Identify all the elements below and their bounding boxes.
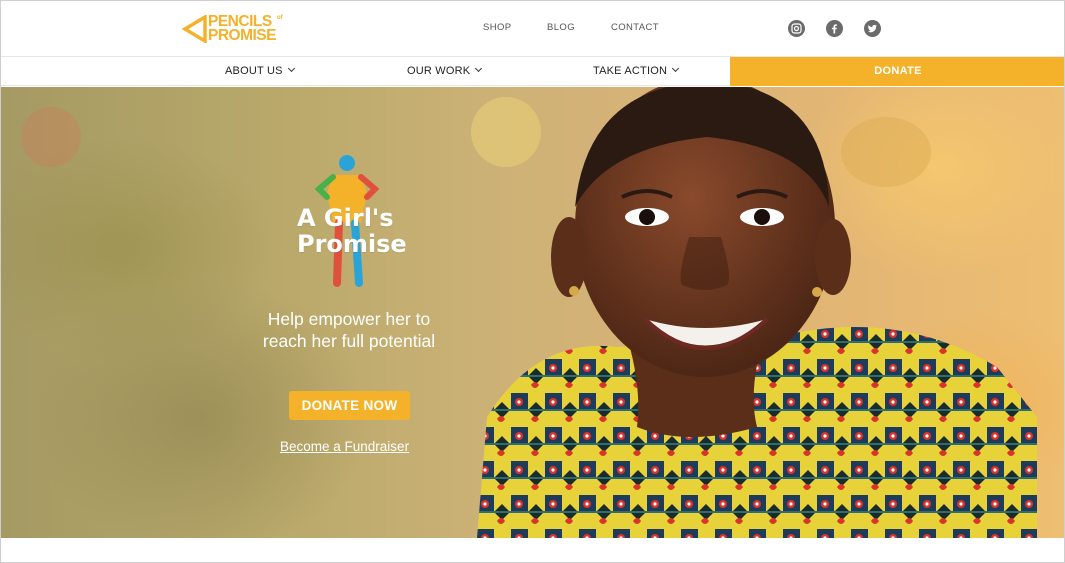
chevron-down-icon: [287, 64, 295, 73]
girl-photo: [477, 87, 1037, 538]
blog-link[interactable]: BLOG: [547, 22, 575, 33]
twitter-icon[interactable]: [864, 20, 881, 37]
chevron-down-icon: [475, 64, 483, 73]
hero-tagline: Help empower her to reach her full poten…: [239, 308, 459, 352]
tagline-line2: reach her full potential: [262, 331, 436, 351]
nav-take-action-label: TAKE ACTION: [593, 65, 668, 77]
wordmark-line1: A Girl's: [297, 204, 394, 232]
nav-about-us[interactable]: ABOUT US: [225, 57, 295, 86]
a-girls-promise-wordmark: A Girl's Promise: [297, 205, 407, 257]
donate-now-button[interactable]: DONATE NOW: [289, 391, 410, 420]
page-below-fold: [1, 538, 1064, 562]
nav-our-work-label: OUR WORK: [407, 65, 471, 77]
nav-about-us-label: ABOUT US: [225, 65, 283, 77]
contact-link[interactable]: CONTACT: [611, 22, 659, 33]
hero-banner: A Girl's Promise Help empower her to rea…: [1, 87, 1064, 538]
facebook-icon[interactable]: [826, 20, 843, 37]
bokeh-blob: [21, 107, 81, 167]
become-fundraiser-link[interactable]: Become a Fundraiser: [280, 439, 409, 454]
browser-page: PENCILS of PROMISE SHOP BLOG CONTACT ABO…: [0, 0, 1065, 563]
top-links: SHOP BLOG CONTACT: [1, 22, 1064, 36]
main-nav: ABOUT US OUR WORK TAKE ACTION DONATE: [1, 57, 1064, 86]
nav-take-action[interactable]: TAKE ACTION: [593, 57, 680, 86]
shop-link[interactable]: SHOP: [483, 22, 512, 33]
wordmark-line2: Promise: [297, 230, 407, 258]
top-header: PENCILS of PROMISE SHOP BLOG CONTACT: [1, 1, 1064, 57]
instagram-icon[interactable]: [788, 20, 805, 37]
nav-our-work[interactable]: OUR WORK: [407, 57, 483, 86]
logo-small: of: [277, 15, 283, 21]
tagline-line1: Help empower her to: [267, 309, 431, 329]
chevron-down-icon: [672, 64, 680, 73]
nav-donate-button[interactable]: DONATE: [730, 57, 1064, 86]
